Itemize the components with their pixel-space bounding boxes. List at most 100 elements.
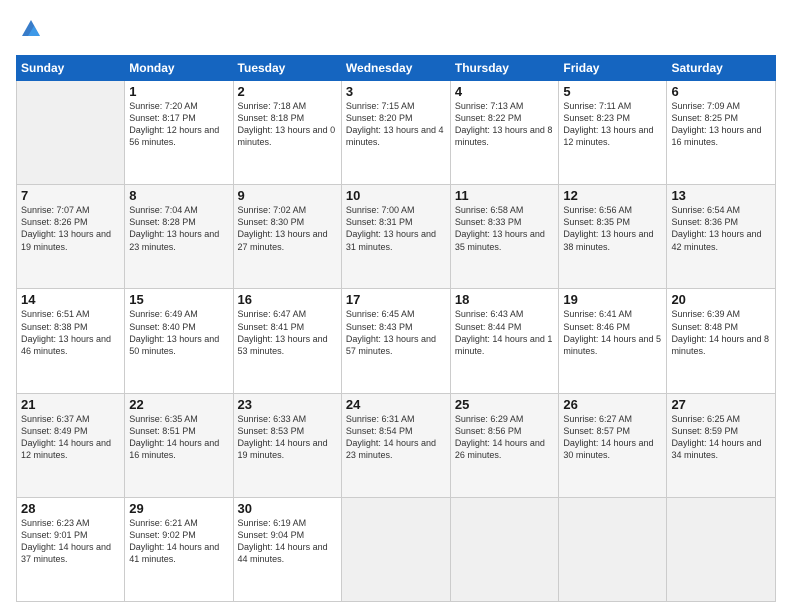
day-number: 26	[563, 397, 662, 412]
calendar-cell: 29Sunrise: 6:21 AMSunset: 9:02 PMDayligh…	[125, 497, 233, 601]
day-number: 7	[21, 188, 120, 203]
day-number: 13	[671, 188, 771, 203]
cell-text: Sunrise: 6:51 AMSunset: 8:38 PMDaylight:…	[21, 308, 120, 357]
day-number: 6	[671, 84, 771, 99]
calendar-day-header: Tuesday	[233, 56, 341, 81]
calendar-week-row: 21Sunrise: 6:37 AMSunset: 8:49 PMDayligh…	[17, 393, 776, 497]
calendar-cell: 17Sunrise: 6:45 AMSunset: 8:43 PMDayligh…	[341, 289, 450, 393]
cell-text: Sunrise: 6:21 AMSunset: 9:02 PMDaylight:…	[129, 517, 228, 566]
day-number: 17	[346, 292, 446, 307]
day-number: 30	[238, 501, 337, 516]
day-number: 3	[346, 84, 446, 99]
header	[16, 16, 776, 45]
day-number: 4	[455, 84, 555, 99]
day-number: 24	[346, 397, 446, 412]
cell-text: Sunrise: 6:19 AMSunset: 9:04 PMDaylight:…	[238, 517, 337, 566]
calendar-cell: 30Sunrise: 6:19 AMSunset: 9:04 PMDayligh…	[233, 497, 341, 601]
cell-text: Sunrise: 6:43 AMSunset: 8:44 PMDaylight:…	[455, 308, 555, 357]
day-number: 27	[671, 397, 771, 412]
day-number: 21	[21, 397, 120, 412]
cell-text: Sunrise: 6:58 AMSunset: 8:33 PMDaylight:…	[455, 204, 555, 253]
calendar-cell: 22Sunrise: 6:35 AMSunset: 8:51 PMDayligh…	[125, 393, 233, 497]
calendar-day-header: Friday	[559, 56, 667, 81]
calendar-day-header: Wednesday	[341, 56, 450, 81]
day-number: 22	[129, 397, 228, 412]
calendar-cell	[17, 81, 125, 185]
calendar-cell: 4Sunrise: 7:13 AMSunset: 8:22 PMDaylight…	[450, 81, 559, 185]
day-number: 29	[129, 501, 228, 516]
calendar-cell: 23Sunrise: 6:33 AMSunset: 8:53 PMDayligh…	[233, 393, 341, 497]
day-number: 20	[671, 292, 771, 307]
cell-text: Sunrise: 7:00 AMSunset: 8:31 PMDaylight:…	[346, 204, 446, 253]
logo-icon	[20, 18, 42, 45]
calendar-cell: 16Sunrise: 6:47 AMSunset: 8:41 PMDayligh…	[233, 289, 341, 393]
logo	[16, 16, 42, 45]
calendar-cell: 14Sunrise: 6:51 AMSunset: 8:38 PMDayligh…	[17, 289, 125, 393]
cell-text: Sunrise: 6:25 AMSunset: 8:59 PMDaylight:…	[671, 413, 771, 462]
calendar-cell: 19Sunrise: 6:41 AMSunset: 8:46 PMDayligh…	[559, 289, 667, 393]
calendar-cell: 8Sunrise: 7:04 AMSunset: 8:28 PMDaylight…	[125, 185, 233, 289]
calendar-cell: 27Sunrise: 6:25 AMSunset: 8:59 PMDayligh…	[667, 393, 776, 497]
day-number: 10	[346, 188, 446, 203]
calendar-header-row: SundayMondayTuesdayWednesdayThursdayFrid…	[17, 56, 776, 81]
day-number: 12	[563, 188, 662, 203]
cell-text: Sunrise: 6:33 AMSunset: 8:53 PMDaylight:…	[238, 413, 337, 462]
calendar-table: SundayMondayTuesdayWednesdayThursdayFrid…	[16, 55, 776, 602]
day-number: 19	[563, 292, 662, 307]
calendar-cell: 13Sunrise: 6:54 AMSunset: 8:36 PMDayligh…	[667, 185, 776, 289]
calendar-day-header: Thursday	[450, 56, 559, 81]
calendar-day-header: Sunday	[17, 56, 125, 81]
day-number: 18	[455, 292, 555, 307]
cell-text: Sunrise: 6:47 AMSunset: 8:41 PMDaylight:…	[238, 308, 337, 357]
calendar-cell: 6Sunrise: 7:09 AMSunset: 8:25 PMDaylight…	[667, 81, 776, 185]
calendar-week-row: 14Sunrise: 6:51 AMSunset: 8:38 PMDayligh…	[17, 289, 776, 393]
calendar-cell: 26Sunrise: 6:27 AMSunset: 8:57 PMDayligh…	[559, 393, 667, 497]
cell-text: Sunrise: 6:37 AMSunset: 8:49 PMDaylight:…	[21, 413, 120, 462]
cell-text: Sunrise: 6:27 AMSunset: 8:57 PMDaylight:…	[563, 413, 662, 462]
calendar-week-row: 28Sunrise: 6:23 AMSunset: 9:01 PMDayligh…	[17, 497, 776, 601]
cell-text: Sunrise: 7:18 AMSunset: 8:18 PMDaylight:…	[238, 100, 337, 149]
calendar-cell: 5Sunrise: 7:11 AMSunset: 8:23 PMDaylight…	[559, 81, 667, 185]
calendar-cell: 3Sunrise: 7:15 AMSunset: 8:20 PMDaylight…	[341, 81, 450, 185]
calendar-cell: 12Sunrise: 6:56 AMSunset: 8:35 PMDayligh…	[559, 185, 667, 289]
cell-text: Sunrise: 7:04 AMSunset: 8:28 PMDaylight:…	[129, 204, 228, 253]
day-number: 11	[455, 188, 555, 203]
day-number: 28	[21, 501, 120, 516]
cell-text: Sunrise: 7:20 AMSunset: 8:17 PMDaylight:…	[129, 100, 228, 149]
calendar-cell: 24Sunrise: 6:31 AMSunset: 8:54 PMDayligh…	[341, 393, 450, 497]
cell-text: Sunrise: 6:41 AMSunset: 8:46 PMDaylight:…	[563, 308, 662, 357]
calendar-cell: 28Sunrise: 6:23 AMSunset: 9:01 PMDayligh…	[17, 497, 125, 601]
day-number: 5	[563, 84, 662, 99]
cell-text: Sunrise: 6:49 AMSunset: 8:40 PMDaylight:…	[129, 308, 228, 357]
calendar-cell	[341, 497, 450, 601]
calendar-cell: 25Sunrise: 6:29 AMSunset: 8:56 PMDayligh…	[450, 393, 559, 497]
day-number: 25	[455, 397, 555, 412]
cell-text: Sunrise: 6:29 AMSunset: 8:56 PMDaylight:…	[455, 413, 555, 462]
cell-text: Sunrise: 7:11 AMSunset: 8:23 PMDaylight:…	[563, 100, 662, 149]
cell-text: Sunrise: 6:56 AMSunset: 8:35 PMDaylight:…	[563, 204, 662, 253]
calendar-cell: 20Sunrise: 6:39 AMSunset: 8:48 PMDayligh…	[667, 289, 776, 393]
calendar-week-row: 1Sunrise: 7:20 AMSunset: 8:17 PMDaylight…	[17, 81, 776, 185]
cell-text: Sunrise: 7:02 AMSunset: 8:30 PMDaylight:…	[238, 204, 337, 253]
calendar-week-row: 7Sunrise: 7:07 AMSunset: 8:26 PMDaylight…	[17, 185, 776, 289]
calendar-cell: 9Sunrise: 7:02 AMSunset: 8:30 PMDaylight…	[233, 185, 341, 289]
cell-text: Sunrise: 7:07 AMSunset: 8:26 PMDaylight:…	[21, 204, 120, 253]
calendar-cell: 15Sunrise: 6:49 AMSunset: 8:40 PMDayligh…	[125, 289, 233, 393]
day-number: 9	[238, 188, 337, 203]
day-number: 2	[238, 84, 337, 99]
calendar-cell: 18Sunrise: 6:43 AMSunset: 8:44 PMDayligh…	[450, 289, 559, 393]
calendar-cell: 21Sunrise: 6:37 AMSunset: 8:49 PMDayligh…	[17, 393, 125, 497]
calendar-cell: 2Sunrise: 7:18 AMSunset: 8:18 PMDaylight…	[233, 81, 341, 185]
calendar-cell	[450, 497, 559, 601]
cell-text: Sunrise: 6:31 AMSunset: 8:54 PMDaylight:…	[346, 413, 446, 462]
cell-text: Sunrise: 7:13 AMSunset: 8:22 PMDaylight:…	[455, 100, 555, 149]
day-number: 16	[238, 292, 337, 307]
cell-text: Sunrise: 6:54 AMSunset: 8:36 PMDaylight:…	[671, 204, 771, 253]
day-number: 1	[129, 84, 228, 99]
cell-text: Sunrise: 6:45 AMSunset: 8:43 PMDaylight:…	[346, 308, 446, 357]
calendar-cell: 11Sunrise: 6:58 AMSunset: 8:33 PMDayligh…	[450, 185, 559, 289]
day-number: 23	[238, 397, 337, 412]
day-number: 14	[21, 292, 120, 307]
day-number: 15	[129, 292, 228, 307]
calendar-day-header: Monday	[125, 56, 233, 81]
